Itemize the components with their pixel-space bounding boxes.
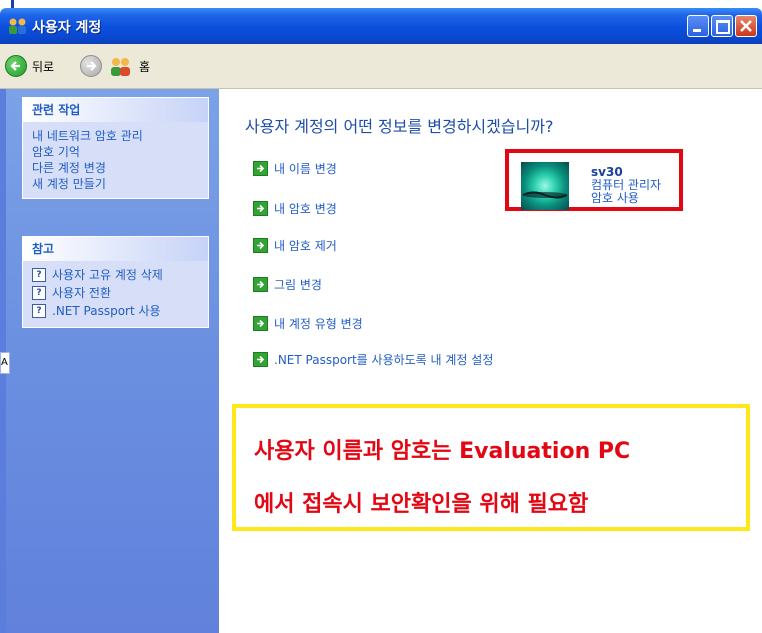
action-label: 내 이름 변경 [274, 162, 337, 176]
avatar-image [522, 191, 568, 199]
action-label: 내 암호 제거 [274, 239, 337, 253]
background-window-edge [11, 0, 14, 8]
related-tasks-header: 관련 작업 [23, 98, 208, 122]
green-arrow-icon [253, 161, 268, 176]
close-icon [740, 20, 752, 32]
task-link-manage-network-passwords[interactable]: 내 네트워크 암호 관리 [32, 128, 202, 144]
user-accounts-icon [9, 18, 26, 34]
see-also-link-net-passport[interactable]: ? .NET Passport 사용 [32, 303, 202, 319]
help-icon: ? [32, 304, 46, 318]
action-label: 그림 변경 [274, 278, 322, 292]
action-label: 내 암호 변경 [274, 202, 337, 216]
green-arrow-icon [253, 316, 268, 331]
user-accounts-home-icon [111, 58, 130, 76]
see-also-link-delete-user-files[interactable]: ? 사용자 고유 계정 삭제 [32, 267, 202, 283]
action-remove-password[interactable]: 내 암호 제거 [253, 237, 337, 254]
background-window [0, 0, 762, 8]
close-button[interactable] [735, 15, 757, 37]
see-also-label: .NET Passport 사용 [52, 304, 161, 318]
callout-line-1: 사용자 이름과 암호는 Evaluation PC [254, 439, 631, 464]
obscured-window-fragment: A [0, 352, 10, 374]
home-label: 홈 [139, 59, 151, 74]
help-icon: ? [32, 268, 46, 282]
task-link-change-other-account[interactable]: 다른 계정 변경 [32, 160, 202, 176]
green-arrow-icon [253, 352, 268, 367]
forward-button[interactable] [80, 55, 102, 77]
help-icon: ? [32, 286, 46, 300]
task-link-create-account[interactable]: 새 계정 만들기 [32, 176, 202, 192]
minimize-button[interactable] [687, 15, 709, 37]
window-title: 사용자 계정 [32, 20, 102, 36]
related-tasks-box: 관련 작업 내 네트워크 암호 관리 암호 기억 다른 계정 변경 새 계정 만… [22, 97, 209, 199]
page-question: 사용자 계정의 어떤 정보를 변경하시겠습니까? [245, 117, 554, 136]
action-change-account-type[interactable]: 내 계정 유형 변경 [253, 315, 363, 332]
forward-arrow-icon [80, 55, 102, 77]
action-label: .NET Passport를 사용하도록 내 계정 설정 [274, 353, 494, 367]
user-avatar[interactable] [521, 162, 569, 210]
callout-line-2: 에서 접속시 보안확인을 위해 필요함 [254, 492, 589, 517]
user-card-highlight: sv30 컴퓨터 관리자 암호 사용 [505, 149, 683, 211]
see-also-label: 사용자 전환 [52, 286, 112, 300]
green-arrow-icon [253, 277, 268, 292]
see-also-header: 참고 [23, 237, 208, 261]
user-password-status: 암호 사용 [591, 191, 639, 205]
see-also-box: 참고 ? 사용자 고유 계정 삭제 ? 사용자 전환 ? .NET Passpo… [22, 236, 209, 328]
annotation-callout: 사용자 이름과 암호는 Evaluation PC 에서 접속시 보안확인을 위… [232, 404, 750, 531]
toolbar: 뒤로 홈 [0, 44, 762, 89]
maximize-button[interactable] [711, 15, 733, 37]
user-info: sv30 컴퓨터 관리자 암호 사용 [591, 166, 661, 205]
action-setup-net-passport[interactable]: .NET Passport를 사용하도록 내 계정 설정 [253, 351, 493, 368]
action-change-picture[interactable]: 그림 변경 [253, 276, 322, 293]
title-bar: 사용자 계정 [0, 8, 762, 44]
back-arrow-icon [5, 55, 27, 77]
task-link-remember-password[interactable]: 암호 기억 [32, 144, 202, 160]
green-arrow-icon [253, 238, 268, 253]
green-arrow-icon [253, 201, 268, 216]
home-button[interactable]: 홈 [108, 55, 150, 77]
back-label: 뒤로 [32, 59, 55, 74]
action-change-name[interactable]: 내 이름 변경 [253, 160, 337, 177]
action-change-password[interactable]: 내 암호 변경 [253, 200, 337, 217]
see-also-link-switch-user[interactable]: ? 사용자 전환 [32, 285, 202, 301]
back-button[interactable]: 뒤로 [5, 55, 54, 77]
see-also-label: 사용자 고유 계정 삭제 [52, 268, 163, 282]
action-label: 내 계정 유형 변경 [274, 317, 363, 331]
